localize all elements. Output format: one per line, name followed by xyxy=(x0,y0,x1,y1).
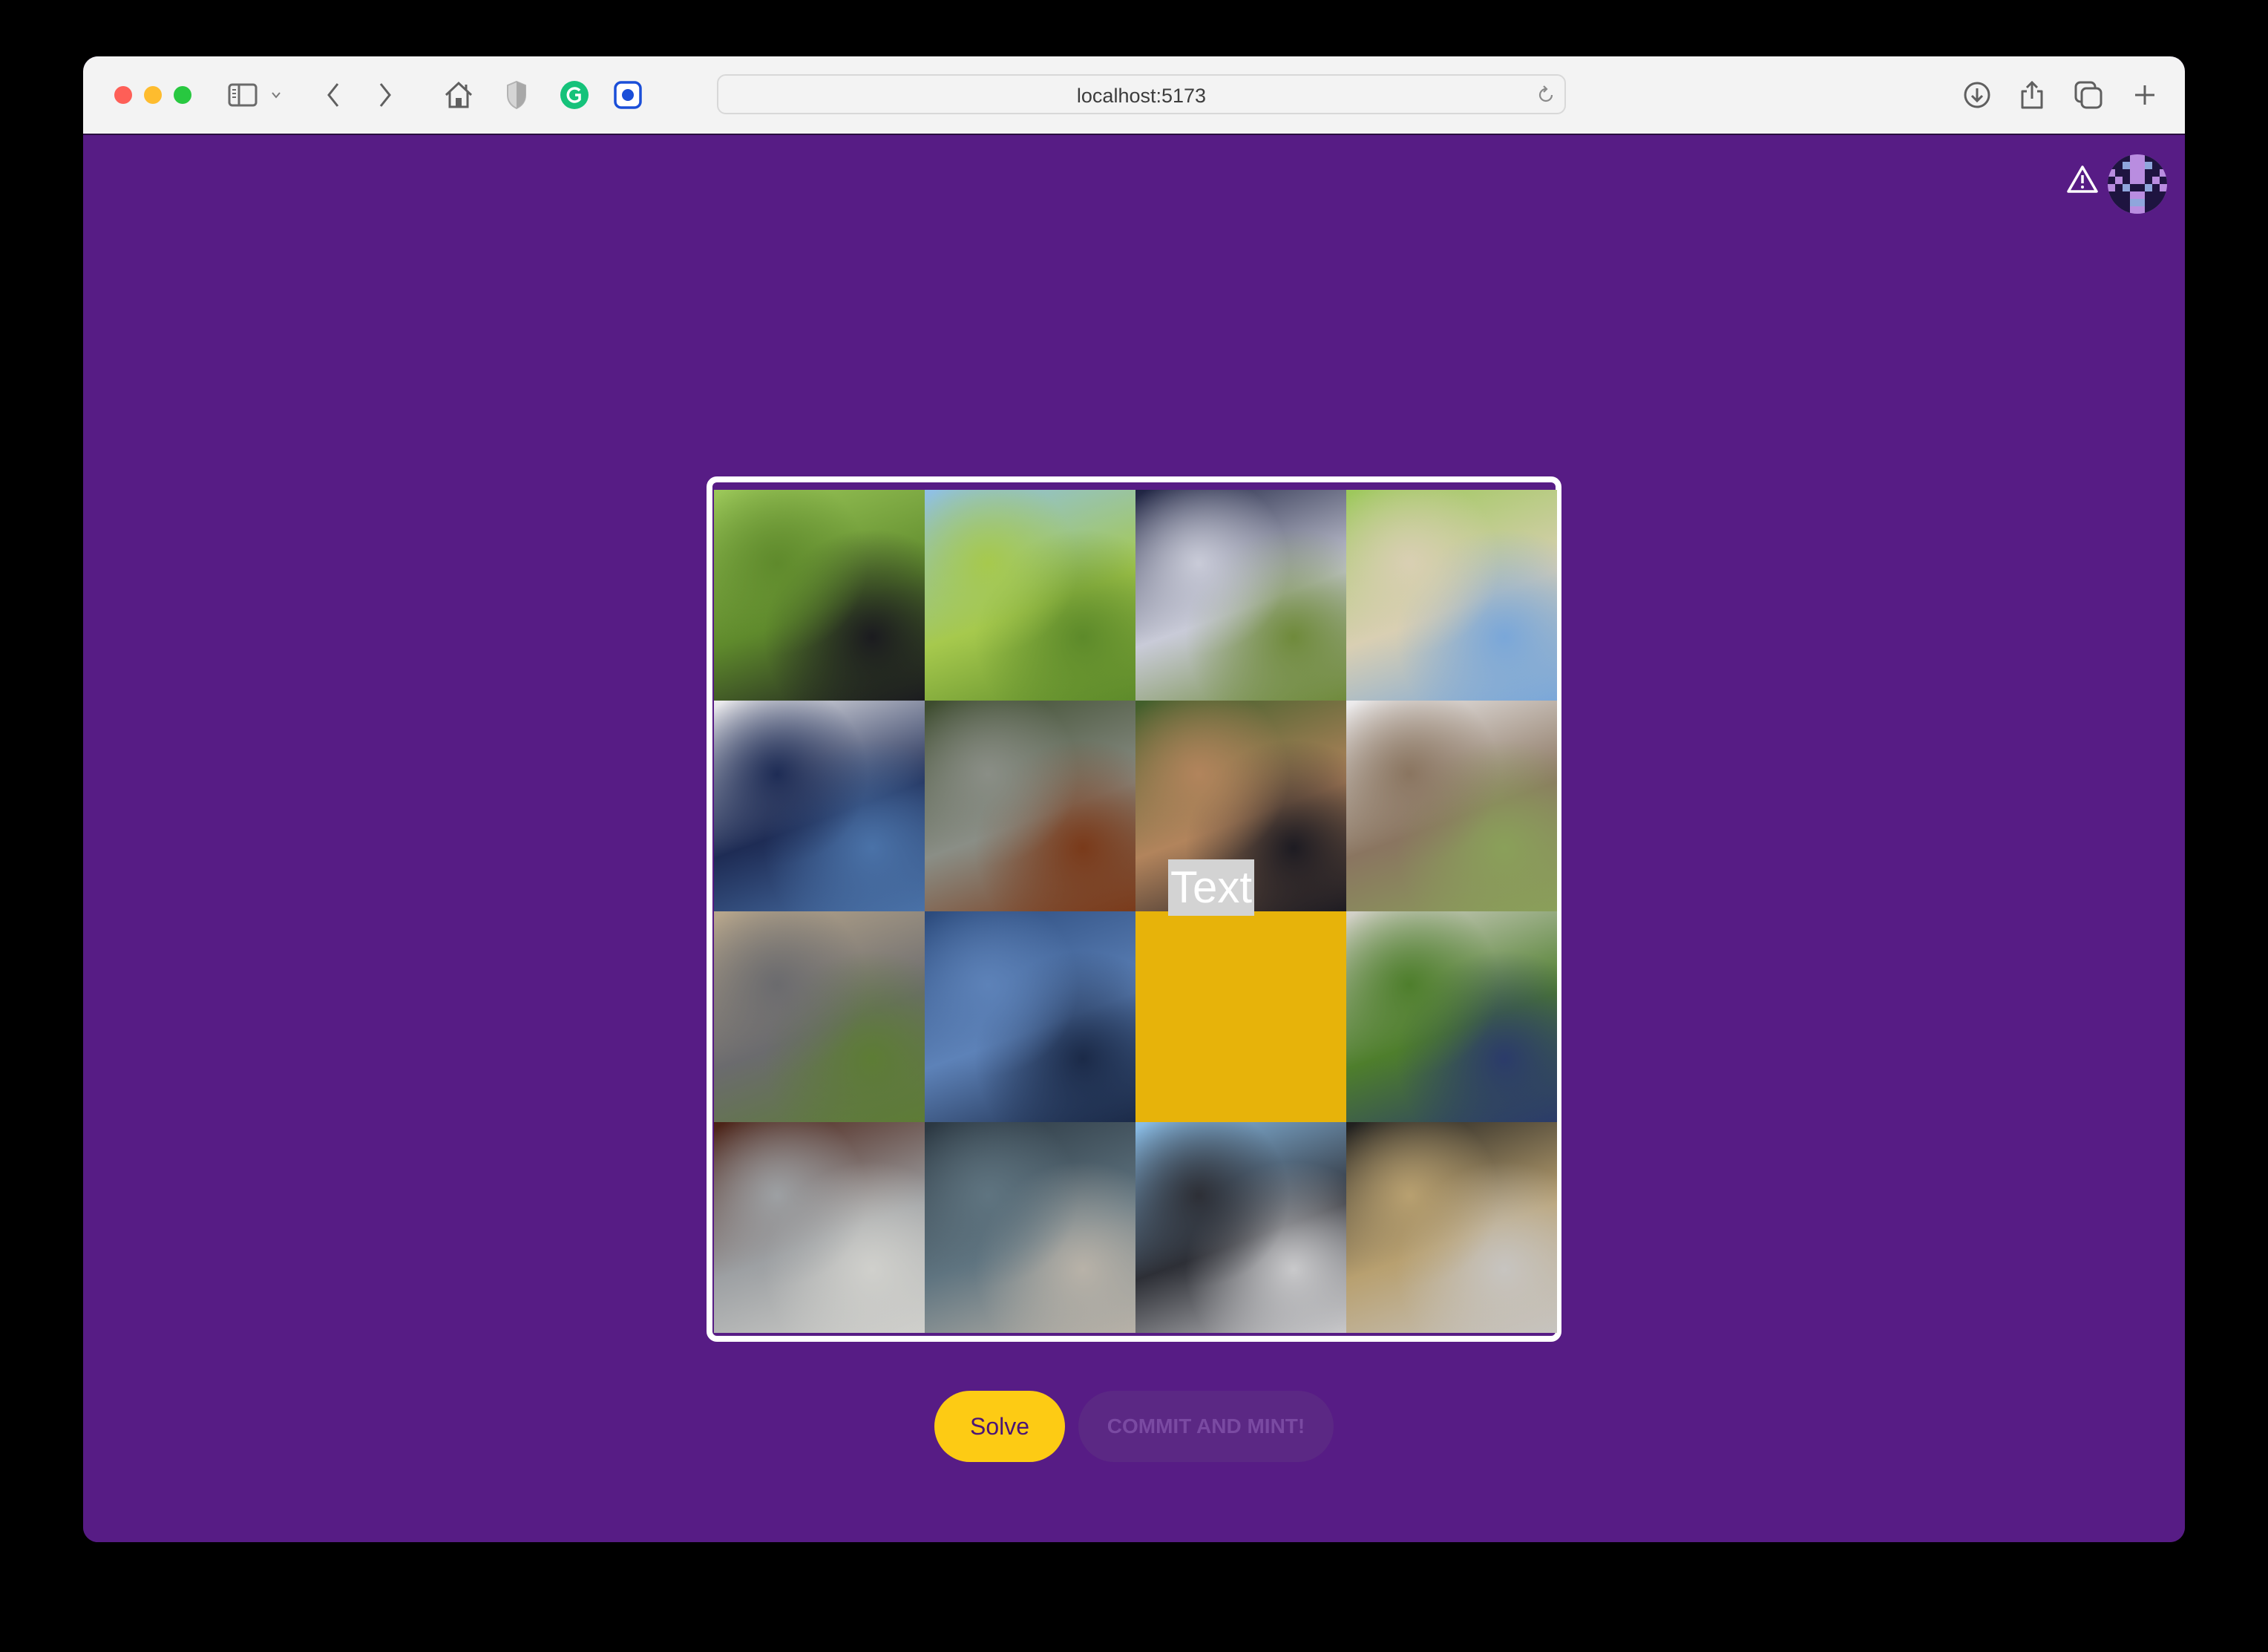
shield-icon[interactable] xyxy=(503,79,530,111)
home-icon[interactable] xyxy=(442,79,475,111)
forward-icon[interactable] xyxy=(374,79,396,111)
text-overlay-label: Text xyxy=(1168,859,1254,916)
puzzle-board: Text xyxy=(707,476,1561,1342)
sidebar-icon[interactable] xyxy=(227,79,258,111)
browser-toolbar: localhost:5173 xyxy=(83,56,2185,135)
chevron-down-icon[interactable] xyxy=(269,79,284,111)
puzzle-tile[interactable] xyxy=(714,490,925,701)
share-icon[interactable] xyxy=(2017,79,2047,111)
action-buttons: Solve COMMIT AND MINT! xyxy=(83,1391,2185,1462)
reload-icon[interactable] xyxy=(1536,83,1556,109)
download-icon[interactable] xyxy=(1961,79,1993,111)
close-window-button[interactable] xyxy=(114,86,132,104)
warning-triangle-icon[interactable] xyxy=(2066,165,2099,198)
url-text: localhost:5173 xyxy=(1076,85,1207,107)
puzzle-tile[interactable] xyxy=(714,911,925,1122)
back-icon[interactable] xyxy=(322,79,344,111)
minimize-window-button[interactable] xyxy=(144,86,162,104)
puzzle-tile[interactable] xyxy=(1135,490,1346,701)
puzzle-tile[interactable] xyxy=(1346,911,1557,1122)
record-extension-icon[interactable] xyxy=(612,79,644,111)
grammarly-icon[interactable] xyxy=(558,79,591,111)
identicon-avatar[interactable] xyxy=(2108,154,2167,214)
puzzle-tile[interactable] xyxy=(1346,1122,1557,1333)
browser-window: localhost:5173 Text Solve COMMIT AND MIN… xyxy=(83,56,2185,1542)
puzzle-tile[interactable] xyxy=(1135,1122,1346,1333)
address-bar[interactable]: localhost:5173 xyxy=(717,74,1566,114)
puzzle-tile[interactable] xyxy=(925,490,1135,701)
puzzle-tile[interactable] xyxy=(925,911,1135,1122)
puzzle-tile[interactable] xyxy=(714,1122,925,1333)
empty-tile[interactable] xyxy=(1135,911,1346,1122)
tabs-overview-icon[interactable] xyxy=(2072,79,2105,111)
puzzle-tile[interactable] xyxy=(714,701,925,911)
zoom-window-button[interactable] xyxy=(174,86,191,104)
puzzle-tile[interactable] xyxy=(1346,701,1557,911)
commit-and-mint-button[interactable]: COMMIT AND MINT! xyxy=(1078,1391,1334,1462)
puzzle-tile[interactable] xyxy=(925,1122,1135,1333)
app-content: Text Solve COMMIT AND MINT! xyxy=(83,135,2185,1542)
new-tab-icon[interactable] xyxy=(2130,79,2160,111)
puzzle-tile[interactable] xyxy=(1346,490,1557,701)
solve-button[interactable]: Solve xyxy=(934,1391,1065,1462)
puzzle-tile[interactable] xyxy=(925,701,1135,911)
